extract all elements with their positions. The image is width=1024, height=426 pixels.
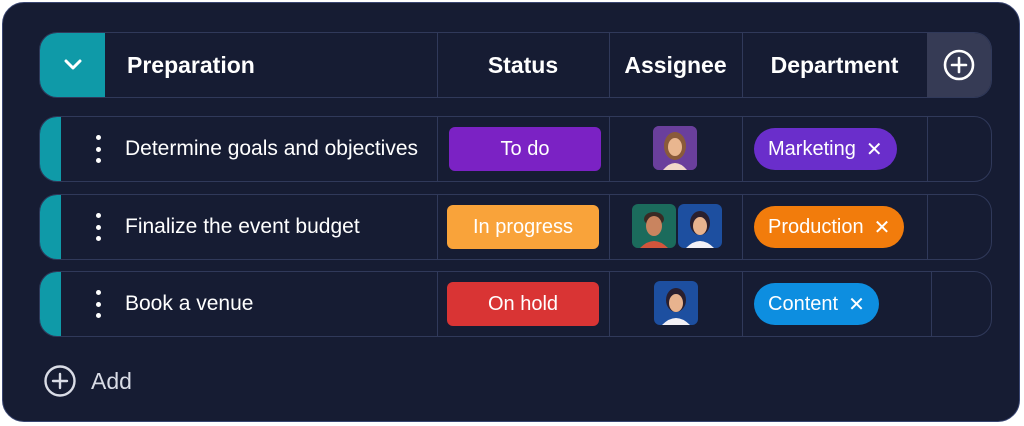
assignee-avatars[interactable] bbox=[654, 281, 698, 327]
column-divider bbox=[927, 117, 928, 181]
column-divider bbox=[742, 195, 743, 259]
department-tag[interactable]: Content ✕ bbox=[754, 283, 879, 325]
add-row-button[interactable]: Add bbox=[43, 363, 132, 399]
column-divider bbox=[742, 117, 743, 181]
column-divider bbox=[931, 272, 932, 336]
add-column-button[interactable] bbox=[927, 33, 991, 97]
table-row[interactable]: Determine goals and objectives To do Mar… bbox=[39, 116, 992, 182]
avatar[interactable] bbox=[653, 126, 697, 170]
add-row-label: Add bbox=[91, 367, 132, 394]
column-divider bbox=[609, 195, 610, 259]
group-title: Preparation bbox=[127, 51, 255, 78]
row-accent-bar bbox=[40, 117, 61, 181]
kebab-icon[interactable] bbox=[90, 135, 106, 163]
status-badge[interactable]: In progress bbox=[447, 205, 599, 249]
row-accent-bar bbox=[40, 195, 61, 259]
column-header-department[interactable]: Department bbox=[742, 33, 927, 97]
column-divider bbox=[609, 272, 610, 336]
plus-circle-icon bbox=[943, 49, 975, 81]
avatar-man-dark-hair-icon bbox=[632, 204, 676, 248]
department-tag[interactable]: Production ✕ bbox=[754, 206, 905, 248]
chevron-down-icon bbox=[64, 59, 81, 70]
column-divider bbox=[437, 117, 438, 181]
avatar-woman-dark-hair-icon bbox=[678, 204, 722, 248]
task-name[interactable]: Finalize the event budget bbox=[125, 195, 360, 259]
task-name[interactable]: Determine goals and objectives bbox=[125, 117, 418, 181]
status-badge[interactable]: To do bbox=[449, 127, 601, 171]
department-tag[interactable]: Marketing ✕ bbox=[754, 128, 897, 170]
close-icon[interactable]: ✕ bbox=[848, 292, 865, 317]
task-table-card: Preparation Status Assignee Department D… bbox=[2, 2, 1020, 422]
avatar[interactable] bbox=[654, 281, 698, 325]
row-accent-bar bbox=[40, 272, 61, 336]
task-name[interactable]: Book a venue bbox=[125, 272, 253, 336]
avatar-woman-dark-hair-icon bbox=[654, 281, 698, 325]
avatar[interactable] bbox=[678, 204, 722, 248]
table-row[interactable]: Finalize the event budget In progress Pr… bbox=[39, 194, 992, 260]
column-divider bbox=[609, 117, 610, 181]
department-label: Production bbox=[768, 215, 864, 238]
kebab-icon[interactable] bbox=[90, 290, 106, 318]
assignee-avatars[interactable] bbox=[653, 126, 697, 172]
avatar[interactable] bbox=[632, 204, 676, 248]
close-icon[interactable]: ✕ bbox=[866, 137, 883, 162]
plus-circle-icon bbox=[44, 365, 76, 397]
assignee-avatars[interactable] bbox=[632, 204, 722, 250]
column-header-assignee[interactable]: Assignee bbox=[609, 33, 742, 97]
table-row[interactable]: Book a venue On hold Content ✕ bbox=[39, 271, 992, 337]
column-divider bbox=[437, 272, 438, 336]
column-header-status[interactable]: Status bbox=[437, 33, 609, 97]
close-icon[interactable]: ✕ bbox=[874, 215, 891, 240]
collapse-group-button[interactable] bbox=[40, 33, 105, 97]
avatar-woman-brown-hair-icon bbox=[653, 126, 697, 170]
column-divider bbox=[742, 272, 743, 336]
column-divider bbox=[927, 195, 928, 259]
kebab-icon[interactable] bbox=[90, 213, 106, 241]
department-label: Content bbox=[768, 292, 839, 315]
column-divider bbox=[437, 195, 438, 259]
status-badge[interactable]: On hold bbox=[447, 282, 599, 326]
department-label: Marketing bbox=[768, 137, 856, 160]
table-header: Preparation Status Assignee Department bbox=[39, 32, 992, 98]
